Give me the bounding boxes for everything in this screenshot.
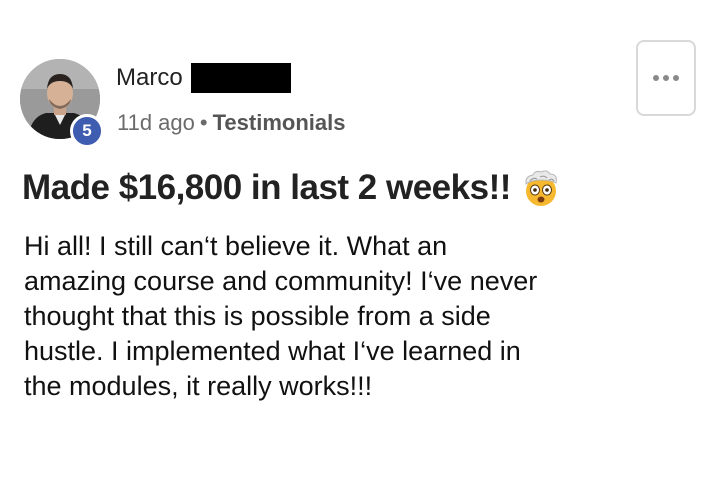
author-row: Marco [116, 63, 291, 93]
post-card: 5 Marco 11d ago • Testimonials Made $16,80… [0, 0, 715, 477]
post-meta: 11d ago • Testimonials [117, 110, 345, 136]
more-options-button[interactable] [636, 40, 696, 116]
author-name[interactable]: Marco [116, 64, 183, 92]
more-horizontal-icon [653, 75, 679, 81]
level-badge: 5 [70, 114, 104, 148]
post-category[interactable]: Testimonials [213, 110, 346, 135]
meta-separator: • [199, 110, 208, 135]
post-title-text: Made $16,800 in last 2 weeks!! [22, 168, 511, 207]
redaction-bar [190, 63, 291, 93]
exploding-head-icon [525, 170, 557, 206]
post-time: 11d ago [117, 110, 195, 135]
post-body: Hi all! I still can‘t believe it. What a… [24, 231, 538, 401]
post-title: Made $16,800 in last 2 weeks!! [22, 168, 561, 208]
